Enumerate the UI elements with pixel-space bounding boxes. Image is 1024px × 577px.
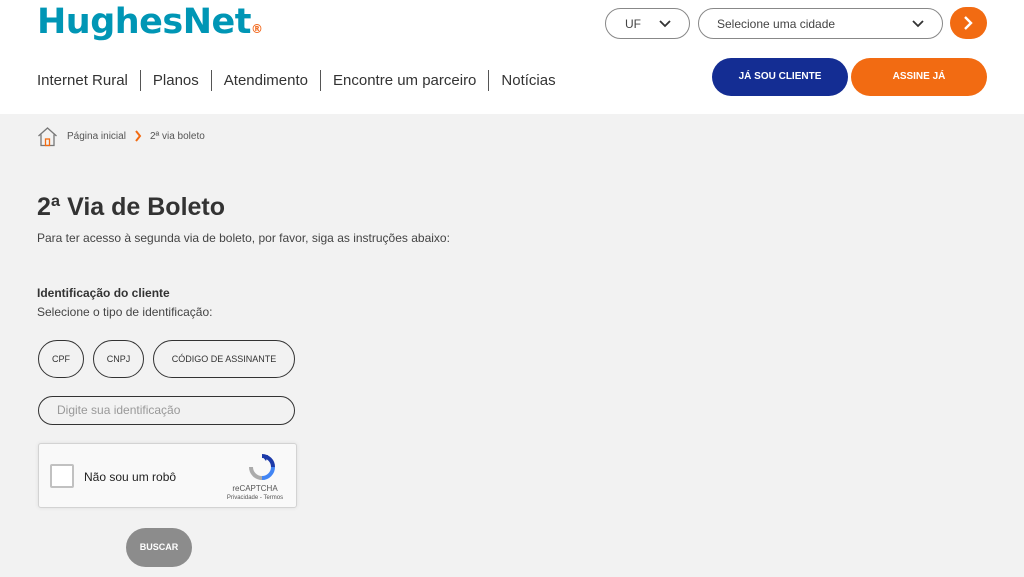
assine-ja-button[interactable]: ASSINE JÁ <box>851 58 987 96</box>
id-type-cpf-button[interactable]: CPF <box>38 340 84 378</box>
logo-registered-mark: ® <box>251 22 263 36</box>
nav-divider <box>210 70 212 91</box>
city-go-button[interactable] <box>950 7 987 39</box>
recaptcha-widget: Não sou um robô reCAPTCHA Privacidade - … <box>38 443 297 508</box>
nav-divider <box>320 70 321 91</box>
recaptcha-brand: reCAPTCHA <box>232 484 278 493</box>
chevron-down-icon <box>912 20 924 28</box>
buscar-button[interactable]: BUSCAR <box>126 528 192 567</box>
id-type-cnpj-button[interactable]: CNPJ <box>93 340 144 378</box>
uf-select[interactable]: UF <box>605 8 690 39</box>
city-select[interactable]: Selecione uma cidade <box>698 8 943 39</box>
page-title: 2ª Via de Boleto <box>37 193 226 221</box>
breadcrumb-home-link[interactable]: Página inicial <box>67 131 126 142</box>
identification-instruction: Selecione o tipo de identificação: <box>37 305 213 319</box>
identification-input[interactable]: Digite sua identificação <box>38 396 295 425</box>
page-subtitle: Para ter acesso à segunda via de boleto,… <box>37 231 450 245</box>
breadcrumb-current: 2ª via boleto <box>149 130 205 142</box>
chevron-right-icon <box>135 130 142 142</box>
nav-divider <box>488 70 490 91</box>
nav-item-atendimento[interactable]: Atendimento <box>224 72 308 89</box>
recaptcha-checkbox[interactable] <box>50 464 74 488</box>
hughesnet-logo[interactable]: HughesNet® <box>37 2 263 42</box>
id-type-codigo-assinante-button[interactable]: CÓDIGO DE ASSINANTE <box>153 340 295 378</box>
logo-text: HughesNet <box>37 2 252 42</box>
nav-divider <box>139 70 141 91</box>
uf-select-label: UF <box>625 17 641 31</box>
recaptcha-links[interactable]: Privacidade - Termos <box>212 495 298 501</box>
nav-item-noticias[interactable]: Notícias <box>501 72 555 89</box>
site-header: HughesNet® UF Selecione uma cidade Inter… <box>0 0 1024 114</box>
ja-sou-cliente-button[interactable]: JÁ SOU CLIENTE <box>712 58 848 96</box>
main-nav: Internet Rural Planos Atendimento Encont… <box>37 70 556 91</box>
city-select-placeholder: Selecione uma cidade <box>717 17 836 31</box>
identification-heading: Identificação do cliente <box>37 286 170 300</box>
home-icon[interactable] <box>37 126 58 147</box>
recaptcha-logo-icon <box>249 454 275 480</box>
chevron-down-icon <box>659 20 671 28</box>
nav-item-planos[interactable]: Planos <box>153 72 199 89</box>
nav-item-encontre-parceiro[interactable]: Encontre um parceiro <box>333 72 476 89</box>
chevron-right-icon <box>964 16 973 30</box>
nav-item-internet-rural[interactable]: Internet Rural <box>37 72 128 89</box>
breadcrumb: Página inicial 2ª via boleto <box>37 125 205 147</box>
recaptcha-label: Não sou um robô <box>84 470 177 484</box>
